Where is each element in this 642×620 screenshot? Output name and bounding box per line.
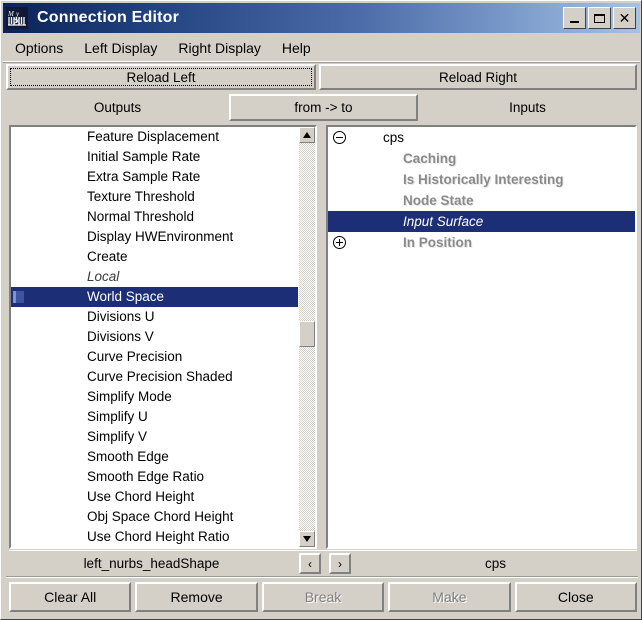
maximize-icon[interactable] (588, 7, 611, 29)
window-title: Connection Editor (37, 9, 180, 26)
inputs-header-label: Inputs (509, 100, 546, 115)
reload-left-button[interactable]: Reload Left (6, 64, 316, 90)
status-bar: left_nurbs_headShape ‹ › cps (9, 550, 637, 575)
reload-right-button[interactable]: Reload Right (319, 64, 637, 90)
tree-item[interactable]: Input Surface (328, 211, 635, 232)
list-item-label: Curve Precision (87, 349, 183, 364)
title-bar: M y Connection Editor ✕ (3, 3, 640, 33)
list-item[interactable]: Extra Sample Rate (11, 167, 315, 187)
list-item[interactable]: Display HWEnvironment (11, 227, 315, 247)
from-to-button[interactable]: from -> to (229, 94, 418, 121)
list-item-label: Simplify U (87, 409, 148, 424)
list-item[interactable]: Texture Threshold (11, 187, 315, 207)
list-item[interactable]: Feature Displacement (11, 127, 315, 147)
list-item-label: Simplify Mode (87, 389, 172, 404)
right-node-name: cps (484, 555, 506, 571)
footer-button-row: Clear All Remove Break Make Close (9, 582, 638, 612)
list-item[interactable]: Normal Threshold (11, 207, 315, 227)
outputs-list[interactable]: Feature Displacement Initial Sample Rate E… (11, 127, 315, 547)
prev-arrow-button[interactable]: ‹ (299, 553, 321, 574)
list-item-label: Initial Sample Rate (87, 149, 201, 164)
inputs-tree-panel: cps Caching Is Historically Interesting Nod… (326, 125, 637, 549)
list-item[interactable]: Use Chord Height (11, 487, 315, 507)
outputs-list-panel: Feature Displacement Initial Sample Rate E… (9, 125, 317, 549)
make-button: Make (388, 582, 511, 612)
panel-headers: Outputs from -> to Inputs (6, 94, 637, 121)
list-item[interactable]: Initial Sample Rate (11, 147, 315, 167)
window-controls: ✕ (563, 7, 640, 29)
menu-separator (3, 61, 640, 63)
inputs-tree[interactable]: cps Caching Is Historically Interesting Nod… (328, 127, 635, 547)
list-item[interactable]: Divisions U (11, 307, 315, 327)
list-item-label: Divisions U (87, 309, 155, 324)
list-item[interactable]: Create (11, 247, 315, 267)
list-item-label: Divisions V (87, 329, 154, 344)
tree-item-label: Input Surface (403, 214, 484, 229)
left-node-name: left_nurbs_headShape (83, 555, 220, 571)
scroll-up-arrow-icon[interactable] (299, 127, 315, 143)
break-button: Break (261, 582, 385, 612)
list-item[interactable]: Use Chord Height Ratio (11, 527, 315, 547)
list-item[interactable]: Curve Precision Shaded (11, 367, 315, 387)
list-item-label: Use Chord Height Ratio (87, 529, 230, 544)
connection-editor-window: M y Connection Editor ✕ Options Left Dis… (0, 0, 642, 620)
list-item[interactable]: Simplify Mode (11, 387, 315, 407)
plug-marker-icon (13, 291, 24, 303)
list-item-label: Feature Displacement (87, 129, 220, 144)
next-arrow-button[interactable]: › (329, 553, 351, 574)
list-item-label: Curve Precision Shaded (87, 369, 233, 384)
footer-separator (6, 576, 638, 578)
list-item[interactable]: Smooth Edge Ratio (11, 467, 315, 487)
collapse-minus-icon[interactable] (333, 131, 346, 144)
tree-item[interactable]: Is Historically Interesting (328, 169, 635, 190)
scroll-down-arrow-icon[interactable] (299, 531, 315, 547)
tree-item-label: Caching (403, 151, 457, 166)
list-item[interactable]: Simplify V (11, 427, 315, 447)
close-button[interactable]: Close (514, 582, 638, 612)
list-item-label: Display HWEnvironment (87, 229, 234, 244)
menu-item-help[interactable]: Help (273, 38, 320, 58)
tree-item[interactable]: cps (328, 127, 635, 148)
list-item[interactable]: Local (11, 267, 315, 287)
menu-item-right-display[interactable]: Right Display (169, 38, 269, 58)
list-item[interactable]: Obj Space Chord Height (11, 507, 315, 527)
outputs-header-label: Outputs (93, 100, 142, 115)
list-item-label: Create (87, 249, 128, 264)
list-item-label: Obj Space Chord Height (87, 509, 234, 524)
tree-item[interactable]: In Position (328, 232, 635, 253)
list-item-label: Local (87, 269, 120, 284)
outputs-scrollbar[interactable] (298, 127, 315, 547)
list-item-label: Normal Threshold (87, 209, 195, 224)
menu-bar: Options Left Display Right Display Help (3, 34, 640, 61)
tree-item[interactable]: Caching (328, 148, 635, 169)
tree-item[interactable]: Node State (328, 190, 635, 211)
scrollbar-thumb[interactable] (299, 321, 315, 347)
list-item-label: Smooth Edge Ratio (87, 469, 205, 484)
svg-text:M: M (7, 10, 15, 18)
tree-item-label: Node State (403, 193, 474, 208)
reload-toolbar: Reload Left Reload Right (6, 64, 637, 90)
tree-item-label: In Position (403, 235, 472, 250)
list-item-label: Texture Threshold (87, 189, 195, 204)
list-item-label: Simplify V (87, 429, 148, 444)
expand-plus-icon[interactable] (333, 236, 346, 249)
tree-item-label: Is Historically Interesting (403, 172, 564, 187)
minimize-icon[interactable] (563, 7, 586, 29)
list-item-label: World Space (87, 289, 165, 304)
list-item-label: Smooth Edge (87, 449, 169, 464)
list-item[interactable]: Smooth Edge (11, 447, 315, 467)
list-item[interactable]: Simplify U (11, 407, 315, 427)
list-item[interactable]: Divisions V (11, 327, 315, 347)
clear-all-button[interactable]: Clear All (9, 582, 132, 612)
list-item-label: Use Chord Height (87, 489, 195, 504)
list-item[interactable]: World Space (11, 287, 315, 307)
maya-logo-icon: M y (6, 7, 28, 29)
list-item[interactable]: Curve Precision (11, 347, 315, 367)
menu-item-left-display[interactable]: Left Display (75, 38, 166, 58)
menu-item-options[interactable]: Options (6, 38, 72, 58)
close-icon[interactable]: ✕ (613, 7, 636, 29)
list-item-label: Extra Sample Rate (87, 169, 201, 184)
tree-item-label: cps (383, 130, 405, 145)
remove-button[interactable]: Remove (135, 582, 258, 612)
